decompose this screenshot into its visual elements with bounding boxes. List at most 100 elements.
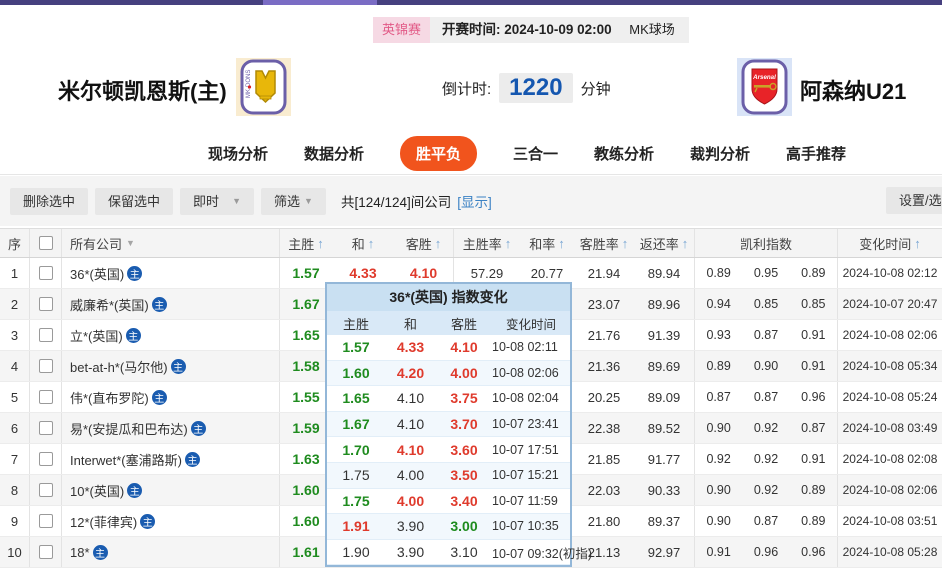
company-name[interactable]: 易*(安提瓜和巴布达)	[70, 419, 188, 438]
company-name[interactable]: 12*(菲律宾)	[70, 512, 137, 531]
filter-dropdown-label: 筛选	[274, 188, 300, 215]
popup-home-odds: 1.75	[327, 493, 385, 509]
away-rate: 21.85	[574, 444, 634, 474]
nav-tab-裁判分析[interactable]: 裁判分析	[690, 143, 750, 164]
sort-asc-icon: ↑	[914, 236, 921, 251]
company-cell: Interwet*(塞浦路斯)主	[62, 444, 280, 474]
header-home-rate[interactable]: 主胜率↑	[454, 229, 520, 257]
analysis-nav: 现场分析 数据分析 胜平负 三合一 教练分析 裁判分析 高手推荐	[0, 133, 942, 175]
header-kelly: 凯利指数	[695, 229, 838, 257]
row-index: 8	[0, 475, 30, 505]
row-checkbox[interactable]	[39, 514, 53, 528]
nav-tab-胜平负[interactable]: 胜平负	[400, 136, 477, 171]
kelly-cell: 0.910.960.96	[695, 537, 838, 567]
return-rate: 90.33	[634, 475, 695, 505]
odds-history-popup: 36*(英国) 指数变化 主胜 和 客胜 变化时间 1.574.334.1010…	[325, 282, 572, 567]
return-rate: 92.97	[634, 537, 695, 567]
select-all-checkbox[interactable]	[39, 236, 53, 250]
row-index: 10	[0, 537, 30, 567]
header-home-odds[interactable]: 主胜↑	[280, 229, 332, 257]
row-checkbox[interactable]	[39, 328, 53, 342]
header-return-rate[interactable]: 返还率↑	[634, 229, 695, 257]
header-change-time[interactable]: 变化时间↑	[838, 229, 942, 257]
change-time: 2024-10-08 05:34	[838, 351, 942, 381]
header-draw-rate[interactable]: 和率↑	[520, 229, 574, 257]
header-draw-label: 和	[352, 234, 365, 253]
company-name[interactable]: Interwet*(塞浦路斯)	[70, 450, 182, 469]
kelly-cell: 0.890.900.91	[695, 351, 838, 381]
league-badge[interactable]: 英锦赛	[373, 17, 430, 43]
company-name[interactable]: 18*	[70, 545, 90, 560]
row-checkbox[interactable]	[39, 421, 53, 435]
kelly-value: 0.96	[790, 545, 837, 559]
home-badge-icon: 主	[152, 297, 167, 312]
venue: MK球场	[629, 22, 675, 37]
header-away-rate[interactable]: 客胜率↑	[574, 229, 634, 257]
keep-selected-button[interactable]: 保留选中	[95, 188, 173, 215]
nav-tab-高手推荐[interactable]: 高手推荐	[786, 143, 846, 164]
nav-tab-现场分析[interactable]: 现场分析	[208, 143, 268, 164]
change-time: 2024-10-07 20:47	[838, 289, 942, 319]
header-return-rate-label: 返还率	[640, 234, 679, 253]
nav-tab-教练分析[interactable]: 教练分析	[594, 143, 654, 164]
popup-change-time: 10-08 02:04	[492, 391, 570, 405]
popup-away-odds: 3.70	[436, 416, 492, 432]
top-scroll-thumb[interactable]	[263, 0, 377, 5]
header-home-rate-label: 主胜率	[463, 234, 502, 253]
settings-button[interactable]: 设置/选择	[886, 187, 942, 214]
row-checkbox[interactable]	[39, 545, 53, 559]
home-badge-icon: 主	[93, 545, 108, 560]
popup-header-time: 变化时间	[492, 314, 570, 333]
row-checkbox[interactable]	[39, 483, 53, 497]
header-away-odds[interactable]: 客胜↑	[394, 229, 454, 257]
row-checkbox-cell	[30, 289, 62, 319]
row-index: 3	[0, 320, 30, 350]
company-cell: 伟*(直布罗陀)主	[62, 382, 280, 412]
show-link[interactable]: [显示]	[457, 191, 492, 211]
sort-asc-icon: ↑	[505, 236, 512, 251]
company-cell: 威廉希*(英国)主	[62, 289, 280, 319]
company-name[interactable]: 10*(英国)	[70, 481, 124, 500]
header-company[interactable]: 所有公司 ▼	[62, 229, 280, 257]
company-cell: bet-at-h*(马尔他)主	[62, 351, 280, 381]
company-name[interactable]: bet-at-h*(马尔他)	[70, 357, 168, 376]
away-rate: 21.80	[574, 506, 634, 536]
kelly-cell: 0.930.870.91	[695, 320, 838, 350]
header-draw-odds[interactable]: 和↑	[332, 229, 394, 257]
kelly-values: 0.870.870.96	[695, 390, 837, 404]
row-checkbox[interactable]	[39, 390, 53, 404]
row-index: 1	[0, 258, 30, 288]
company-name[interactable]: 威廉希*(英国)	[70, 295, 149, 314]
row-checkbox[interactable]	[39, 452, 53, 466]
nav-tab-三合一[interactable]: 三合一	[513, 143, 558, 164]
nav-tab-数据分析[interactable]: 数据分析	[304, 143, 364, 164]
row-checkbox[interactable]	[39, 359, 53, 373]
row-checkbox[interactable]	[39, 266, 53, 280]
row-checkbox-cell	[30, 506, 62, 536]
header-draw-rate-label: 和率	[529, 234, 555, 253]
instant-dropdown[interactable]: 即时 ▼	[180, 188, 254, 215]
company-name[interactable]: 立*(英国)	[70, 326, 123, 345]
company-name[interactable]: 伟*(直布罗陀)	[70, 388, 149, 407]
kelly-cell: 0.890.950.89	[695, 258, 838, 288]
kelly-value: 0.90	[695, 483, 742, 497]
kelly-value: 0.87	[790, 421, 837, 435]
popup-home-odds: 1.75	[327, 467, 385, 483]
popup-draw-odds: 3.90	[385, 518, 436, 534]
row-checkbox[interactable]	[39, 297, 53, 311]
delete-selected-button[interactable]: 删除选中	[10, 188, 88, 215]
filter-dropdown[interactable]: 筛选 ▼	[261, 188, 326, 215]
row-index: 6	[0, 413, 30, 443]
return-rate: 89.52	[634, 413, 695, 443]
chevron-down-icon: ▼	[304, 188, 313, 215]
kelly-value: 0.90	[742, 359, 789, 373]
kelly-cell: 0.870.870.96	[695, 382, 838, 412]
away-rate: 21.94	[574, 258, 634, 288]
popup-draw-odds: 4.10	[385, 442, 436, 458]
popup-home-odds: 1.60	[327, 365, 385, 381]
header-away-label: 客胜	[406, 234, 432, 253]
kelly-value: 0.90	[695, 514, 742, 528]
company-name[interactable]: 36*(英国)	[70, 264, 124, 283]
company-cell: 12*(菲律宾)主	[62, 506, 280, 536]
row-index: 5	[0, 382, 30, 412]
